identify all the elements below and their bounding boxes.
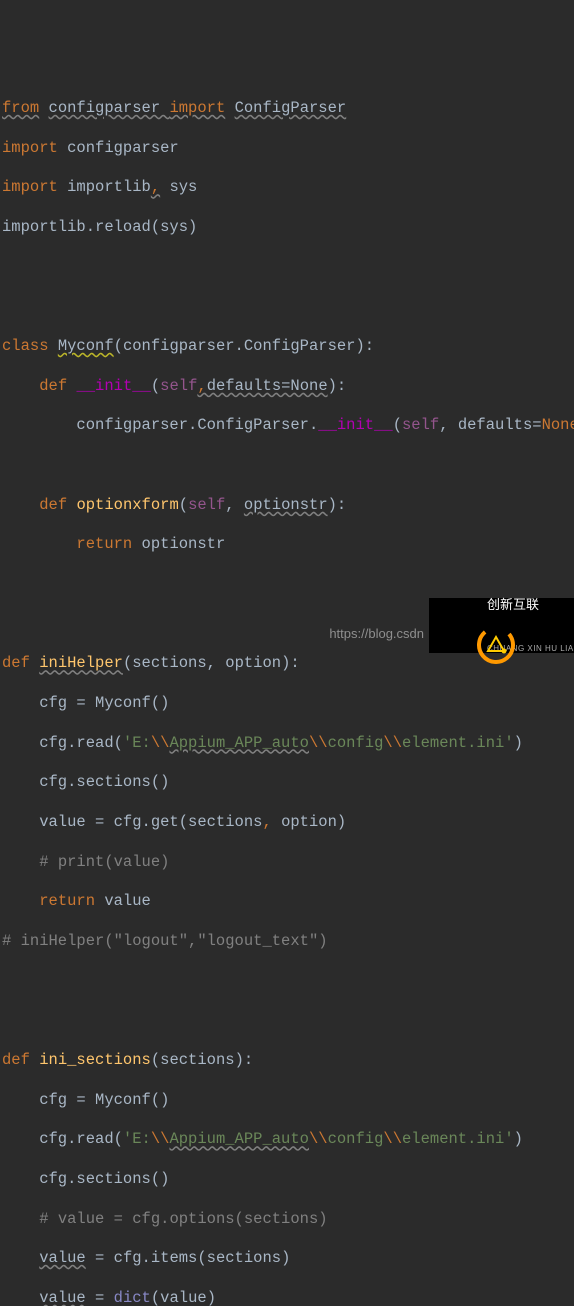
code-line: def ini_sections(sections):: [2, 1051, 572, 1071]
code-line: [2, 258, 572, 278]
code-line: def optionxform(self, optionstr):: [2, 496, 572, 516]
code-line: cfg.sections(): [2, 773, 572, 793]
code-line: [2, 456, 572, 476]
code-line: cfg.sections(): [2, 1170, 572, 1190]
watermark-text: https://blog.csdn: [329, 626, 424, 643]
code-line: [2, 297, 572, 317]
code-line: cfg = Myconf(): [2, 694, 572, 714]
code-line: cfg = Myconf(): [2, 1091, 572, 1111]
code-line: class Myconf(configparser.ConfigParser):: [2, 337, 572, 357]
code-line: # iniHelper("logout","logout_text"): [2, 932, 572, 952]
code-line: # print(value): [2, 853, 572, 873]
code-line: cfg.read('E:\\Appium_APP_auto\\config\\e…: [2, 734, 572, 754]
code-line: value = cfg.items(sections): [2, 1249, 572, 1269]
code-line: configparser.ConfigParser.__init__(self,…: [2, 416, 572, 436]
code-line: value = cfg.get(sections, option): [2, 813, 572, 833]
brand-logo-icon: [437, 604, 481, 648]
code-line: # value = cfg.options(sections): [2, 1210, 572, 1230]
code-line: def __init__(self,defaults=None):: [2, 377, 572, 397]
code-line: cfg.read('E:\\Appium_APP_auto\\config\\e…: [2, 1130, 572, 1150]
code-line: [2, 972, 572, 992]
code-line: from configparser import ConfigParser: [2, 99, 572, 119]
code-line: value = dict(value): [2, 1289, 572, 1306]
code-line: [2, 1011, 572, 1031]
brand-badge: 创新互联 CHUANG XIN HU LIAN: [429, 598, 574, 653]
code-line: import importlib, sys: [2, 178, 572, 198]
code-line: importlib.reload(sys): [2, 218, 572, 238]
code-line: return value: [2, 892, 572, 912]
code-editor[interactable]: from configparser import ConfigParser im…: [0, 79, 574, 1306]
code-line: import configparser: [2, 139, 572, 159]
code-line: return optionstr: [2, 535, 572, 555]
